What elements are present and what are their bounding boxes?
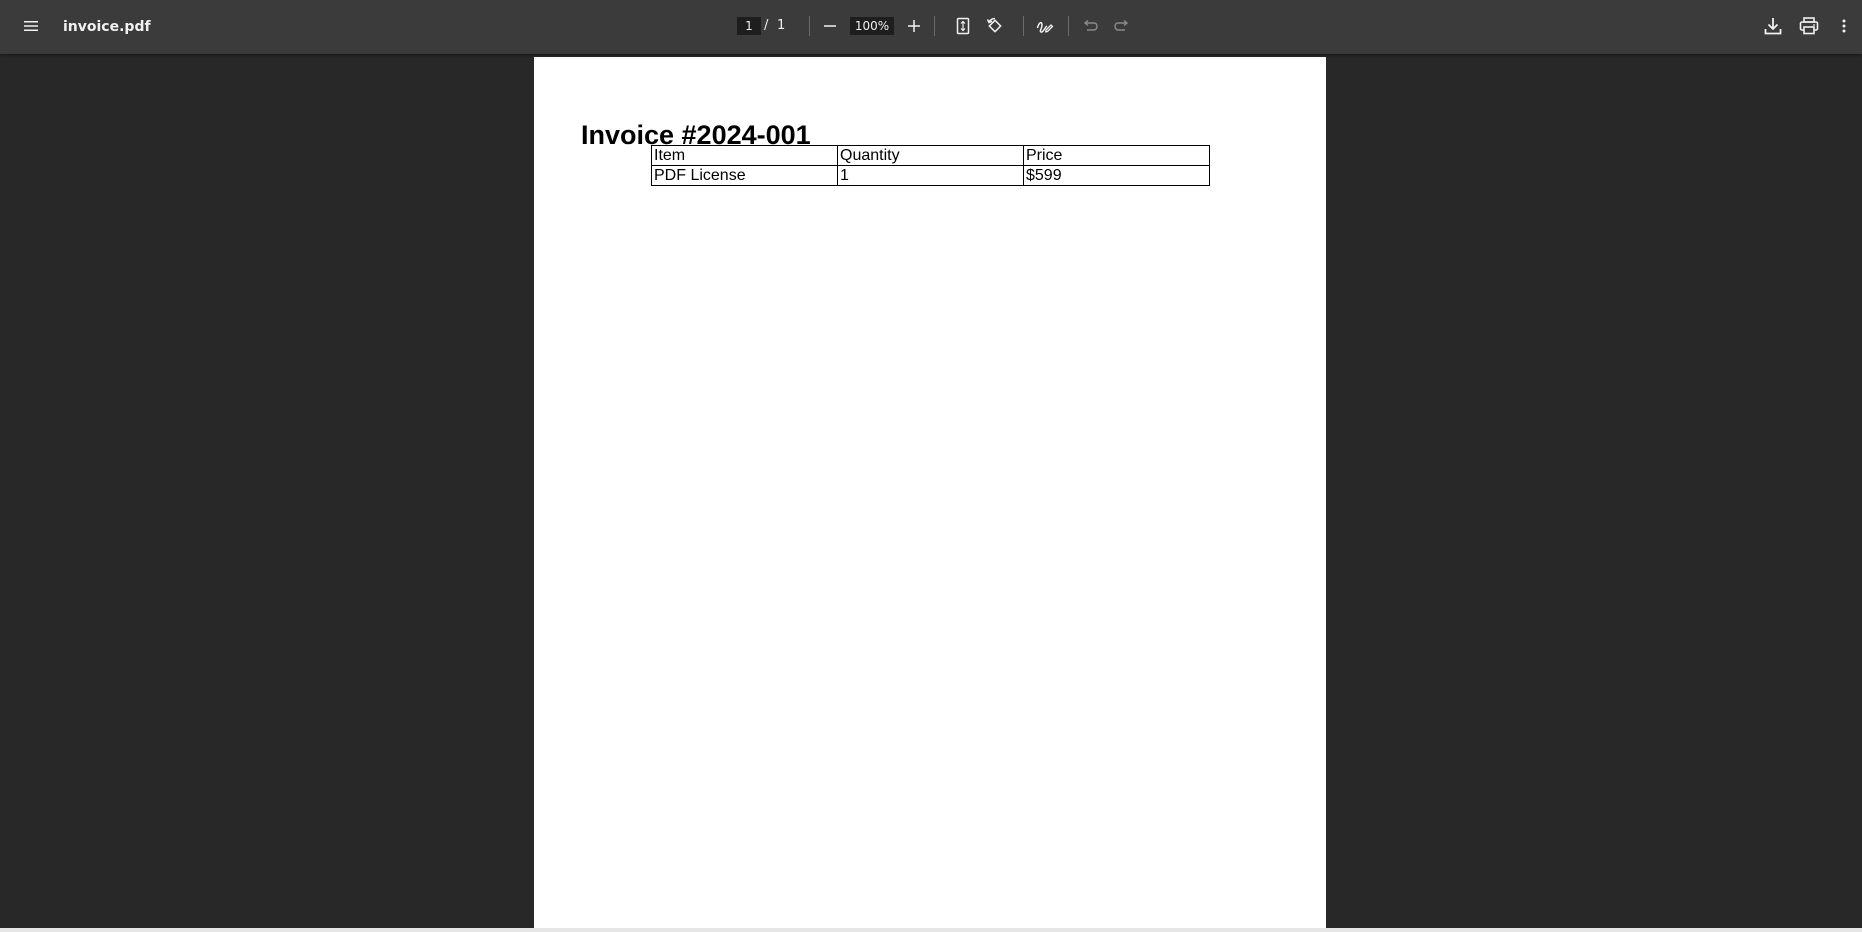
fit-page-button[interactable] [947,10,979,42]
toolbar-divider [934,16,935,36]
table-header-item: Item [651,145,838,166]
undo-button[interactable] [1074,10,1106,42]
page-separator: / [764,18,769,33]
zoom-input[interactable] [850,17,894,35]
more-vertical-icon [1842,19,1846,33]
invoice-table: Item Quantity Price PDF License 1 $599 [651,145,1210,186]
zoom-out-button[interactable] [814,10,846,42]
fit-page-icon [956,17,970,35]
plus-icon [908,20,920,32]
bottom-strip [0,928,1862,932]
pdf-page: Invoice #2024-001 Item Quantity Price PD… [534,57,1326,932]
table-header-quantity: Quantity [837,145,1024,166]
draw-icon [1036,21,1054,33]
page-total: 1 [777,18,786,33]
print-icon [1799,17,1819,35]
more-options-button[interactable] [1828,10,1860,42]
download-button[interactable] [1757,10,1789,42]
rotate-icon [986,17,1002,33]
table-cell-quantity: 1 [837,165,1024,186]
table-row: PDF License 1 $599 [651,165,1210,186]
undo-icon [1083,20,1098,31]
download-icon [1764,18,1782,35]
toolbar-divider [1068,16,1069,36]
page-number-input[interactable] [737,17,761,35]
print-button[interactable] [1793,10,1825,42]
toolbar-divider [809,16,810,36]
minus-icon [824,25,836,27]
zoom-in-button[interactable] [898,10,930,42]
table-header-row: Item Quantity Price [651,145,1210,166]
document-area[interactable]: Invoice #2024-001 Item Quantity Price PD… [0,54,1862,932]
pdf-viewer: invoice.pdf / 1 [0,0,1862,932]
document-title: invoice.pdf [63,19,151,35]
toolbar: invoice.pdf / 1 [0,0,1862,54]
annotate-button[interactable] [1029,10,1061,42]
table-cell-price: $599 [1023,165,1210,186]
redo-button[interactable] [1106,10,1138,42]
menu-icon[interactable] [15,10,47,42]
rotate-button[interactable] [979,10,1011,42]
table-cell-item: PDF License [651,165,838,186]
toolbar-divider [1023,16,1024,36]
table-header-price: Price [1023,145,1210,166]
redo-icon [1114,20,1129,31]
